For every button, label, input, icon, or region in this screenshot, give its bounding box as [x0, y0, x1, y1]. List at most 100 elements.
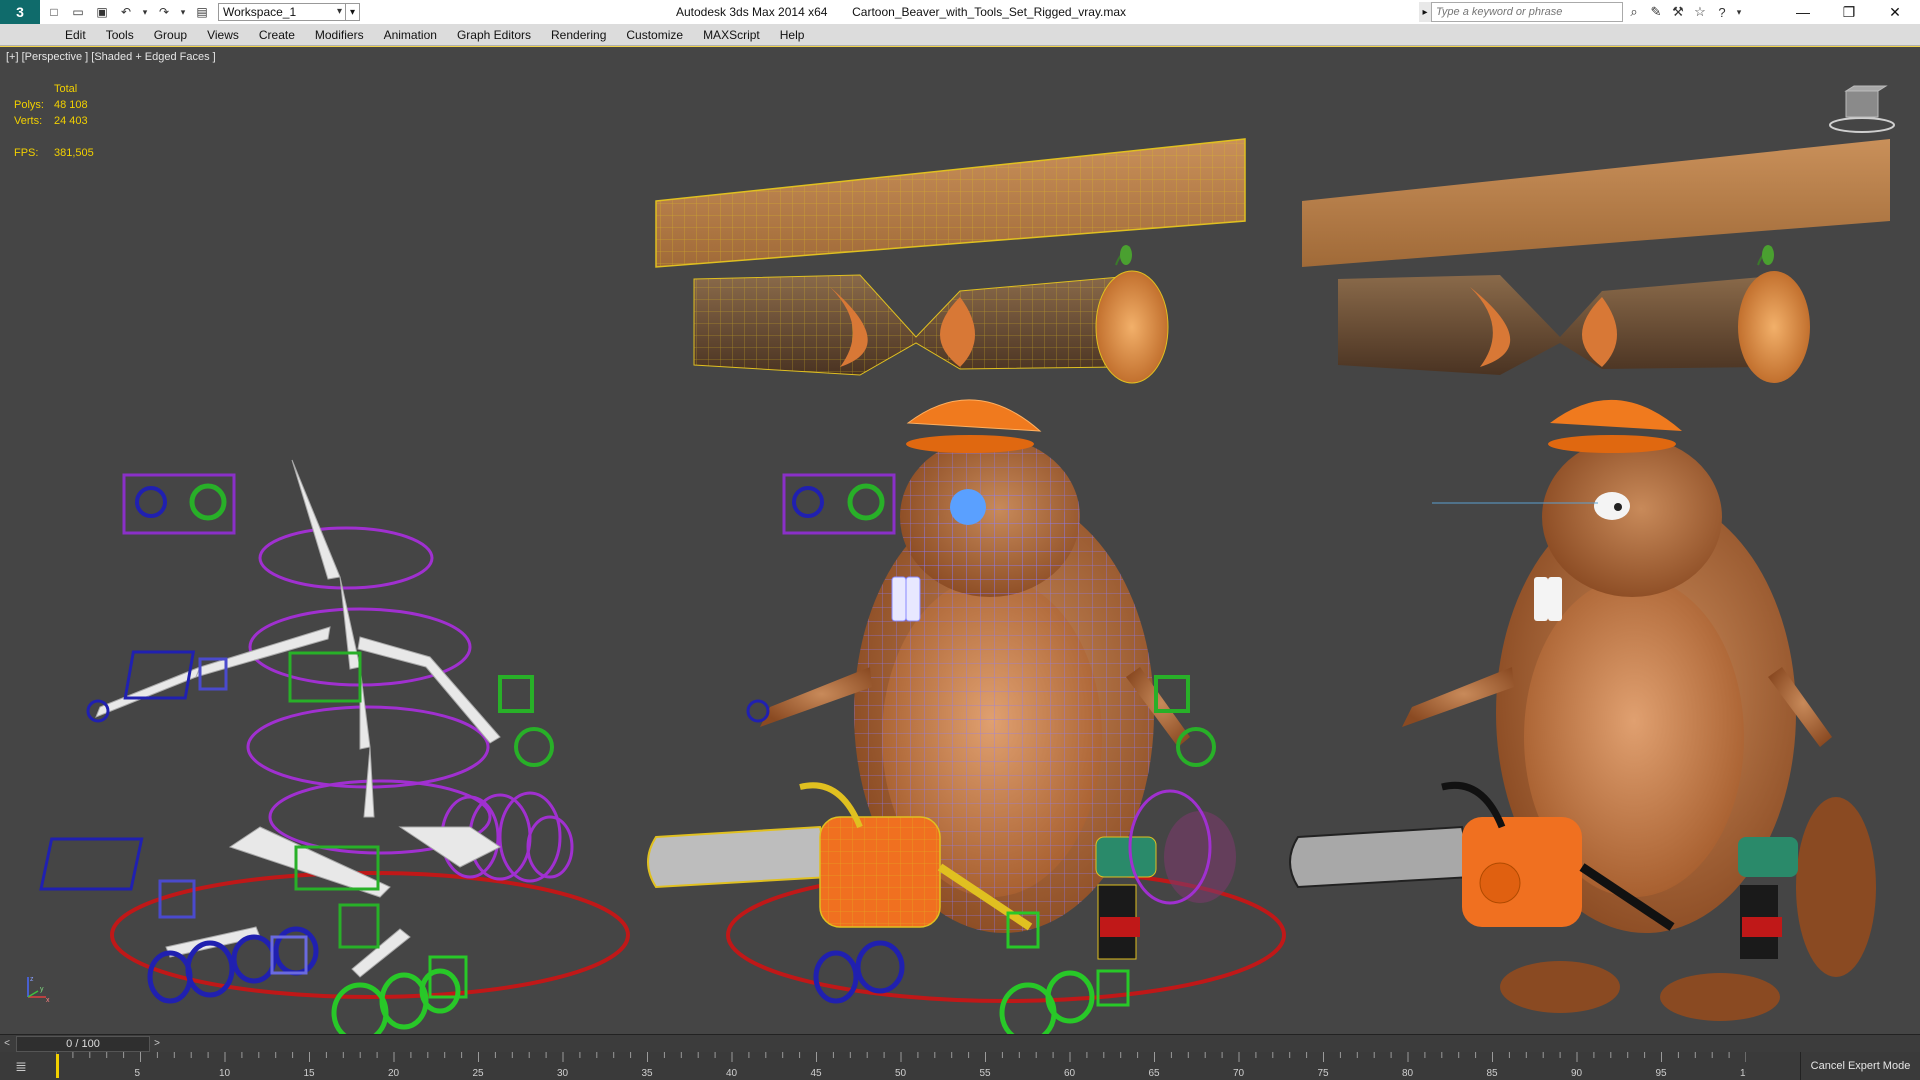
mini-curve-editor-icon[interactable]: ≣ [8, 1056, 34, 1076]
axis-x-label: x [46, 997, 50, 1003]
frame-tick-label: 35 [642, 1068, 654, 1079]
undo-dropdown-icon[interactable]: ▾ [140, 2, 150, 22]
favorites-star-icon[interactable]: ☆ [1689, 2, 1711, 22]
binoculars-icon[interactable]: ⌕ [1623, 2, 1645, 22]
current-frame-marker[interactable] [56, 1054, 59, 1078]
search-area: ▸ ⌕ ✎ ⚒ ☆ ? ▾ [1419, 2, 1745, 22]
frame-tick-label: 30 [557, 1068, 569, 1079]
redo-dropdown-icon[interactable]: ▾ [178, 2, 188, 22]
app-logo-icon[interactable]: 3 [0, 0, 40, 24]
cancel-expert-mode-button[interactable]: Cancel Expert Mode [1800, 1052, 1920, 1080]
search-input[interactable] [1431, 2, 1623, 22]
fps-value: 381,505 [53, 147, 94, 159]
time-slider-bar: < 0 / 100 > [0, 1034, 1920, 1052]
viewport-label[interactable]: [+] [Perspective ] [Shaded + Edged Faces… [6, 51, 216, 63]
help-dropdown-icon[interactable]: ▾ [1733, 2, 1745, 22]
project-folder-icon[interactable]: ▤ [192, 2, 212, 22]
help-icon[interactable]: ? [1711, 2, 1733, 22]
window-title: Autodesk 3ds Max 2014 x64 Cartoon_Beaver… [676, 0, 1126, 24]
app-name: Autodesk 3ds Max 2014 x64 [676, 5, 828, 19]
file-name: Cartoon_Beaver_with_Tools_Set_Rigged_vra… [852, 5, 1127, 19]
undo-icon[interactable]: ↶ [116, 2, 136, 22]
wire-eye-control[interactable] [782, 473, 896, 535]
wire-foot-rings[interactable] [813, 911, 1130, 1035]
time-slider[interactable]: 0 / 100 [16, 1035, 150, 1052]
menu-modifiers[interactable]: Modifiers [305, 24, 374, 46]
frame-tick-label: 45 [811, 1068, 823, 1079]
viewcube-icon[interactable] [1826, 85, 1896, 135]
frame-tick-label: 50 [895, 1068, 907, 1079]
frame-tick-label: 20 [388, 1068, 400, 1079]
menu-create[interactable]: Create [249, 24, 305, 46]
track-bar[interactable]: ≣ 5 10 15 20 25 30 35 40 45 50 55 60 65 70 75 80 85 90 95 1… [0, 1052, 1920, 1080]
fps-label: FPS: [14, 147, 39, 159]
workspace-select[interactable]: Workspace_1 [218, 3, 346, 21]
time-next-icon[interactable]: > [150, 1036, 164, 1052]
rig-skeleton-group[interactable] [39, 459, 630, 1035]
stats-header: Total [53, 83, 78, 95]
verts-value: 24 403 [53, 115, 88, 127]
shaded-log[interactable] [1338, 245, 1810, 383]
wire-log[interactable] [693, 245, 1169, 384]
scene-render[interactable] [0, 47, 1920, 1035]
perspective-viewport[interactable]: [+] [Perspective ] [Shaded + Edged Faces… [0, 46, 1920, 1035]
menu-help[interactable]: Help [770, 24, 815, 46]
frame-tick-label: 40 [726, 1068, 738, 1079]
frame-tick-label: 15 [304, 1068, 316, 1079]
minimize-button[interactable]: — [1780, 0, 1826, 24]
menu-customize[interactable]: Customize [616, 24, 693, 46]
new-file-icon[interactable]: □ [44, 2, 64, 22]
frame-ruler[interactable]: 5 10 15 20 25 30 35 40 45 50 55 60 65 70 75 80 85 90 95 100 [56, 1052, 1746, 1080]
workspace-dropdown-icon[interactable]: ▾ [346, 3, 360, 21]
viewport-statistics: Total Polys: 48 108 Verts: 24 403 FPS: 381,… [14, 81, 104, 161]
menu-bar: Edit Tools Group Views Create Modifiers … [0, 24, 1920, 46]
close-button[interactable]: ✕ [1872, 0, 1918, 24]
rig-eye-control[interactable] [122, 473, 236, 535]
menu-rendering[interactable]: Rendering [541, 24, 616, 46]
axis-y-label: y [40, 986, 44, 993]
frame-tick-label: 95 [1656, 1068, 1668, 1079]
frame-tick-label: 75 [1318, 1068, 1330, 1079]
beaver-wireframe-group[interactable] [647, 138, 1286, 1035]
time-prev-icon[interactable]: < [0, 1036, 14, 1052]
menu-animation[interactable]: Animation [374, 24, 447, 46]
restore-button[interactable]: ❐ [1826, 0, 1872, 24]
frame-tick-label: 65 [1149, 1068, 1161, 1079]
menu-tools[interactable]: Tools [96, 24, 144, 46]
menu-group[interactable]: Group [144, 24, 197, 46]
menu-maxscript[interactable]: MAXScript [693, 24, 770, 46]
search-expand-icon[interactable]: ▸ [1419, 2, 1431, 22]
menu-views[interactable]: Views [197, 24, 249, 46]
shaded-drill[interactable] [1738, 837, 1798, 959]
beaver-shaded-group[interactable] [1289, 139, 1890, 1021]
shaded-beaver-body[interactable] [1402, 399, 1876, 1021]
save-icon[interactable]: ▣ [92, 2, 112, 22]
polys-label: Polys: [14, 99, 44, 111]
open-file-icon[interactable]: ▭ [68, 2, 88, 22]
axis-z-label: z [30, 976, 34, 983]
frame-tick-label: 70 [1233, 1068, 1245, 1079]
polys-value: 48 108 [53, 99, 88, 111]
frame-tick-label: 80 [1402, 1068, 1414, 1079]
wire-drill[interactable] [1095, 836, 1157, 960]
redo-icon[interactable]: ↷ [154, 2, 174, 22]
verts-label: Verts: [14, 115, 43, 127]
frame-tick-label: 90 [1571, 1068, 1583, 1079]
frame-tick-label: 25 [473, 1068, 485, 1079]
axis-tripod-icon: z y x [27, 976, 50, 1003]
rig-fk-boxes[interactable] [39, 650, 380, 949]
frame-tick-label: 55 [980, 1068, 992, 1079]
frame-tick-label: 60 [1064, 1068, 1076, 1079]
frame-tick-label: 5 [135, 1068, 141, 1079]
menu-edit[interactable]: Edit [55, 24, 96, 46]
menu-graph-editors[interactable]: Graph Editors [447, 24, 541, 46]
rig-head-control[interactable] [258, 526, 434, 590]
shaded-board[interactable] [1302, 139, 1890, 267]
frame-tick-label: 85 [1487, 1068, 1499, 1079]
frame-tick-label: 100 [1740, 1068, 1746, 1079]
title-bar: 3 □ ▭ ▣ ↶ ▾ ↷ ▾ ▤ Workspace_1 ▾ Autodesk… [0, 0, 1920, 24]
subscription-icon[interactable]: ✎ [1645, 2, 1667, 22]
communication-center-icon[interactable]: ⚒ [1667, 2, 1689, 22]
rig-hand-right-control[interactable] [498, 675, 554, 767]
frame-tick-label: 10 [219, 1068, 231, 1079]
